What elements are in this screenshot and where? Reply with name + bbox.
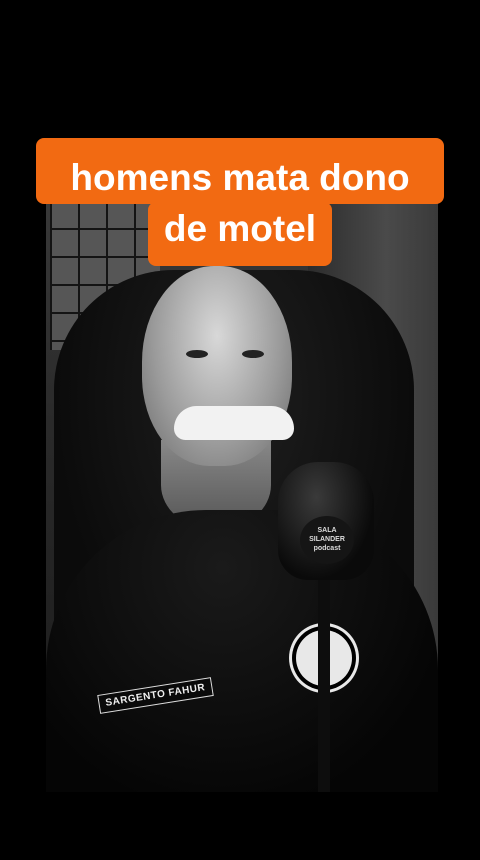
black-shirt <box>46 510 438 792</box>
right-eye <box>242 350 264 358</box>
mic-badge: SALA SILANDER podcast <box>300 516 354 564</box>
left-eye <box>186 350 208 358</box>
white-mustache <box>174 406 294 440</box>
mic-arm <box>318 560 330 792</box>
caption-overlay: homens mata dono de motel <box>0 138 480 266</box>
caption-line-1: homens mata dono <box>36 138 444 204</box>
caption-line-2: de motel <box>147 202 333 266</box>
video-frame[interactable]: SARGENTO FAHUR SALA SILANDER podcast <box>46 180 438 792</box>
